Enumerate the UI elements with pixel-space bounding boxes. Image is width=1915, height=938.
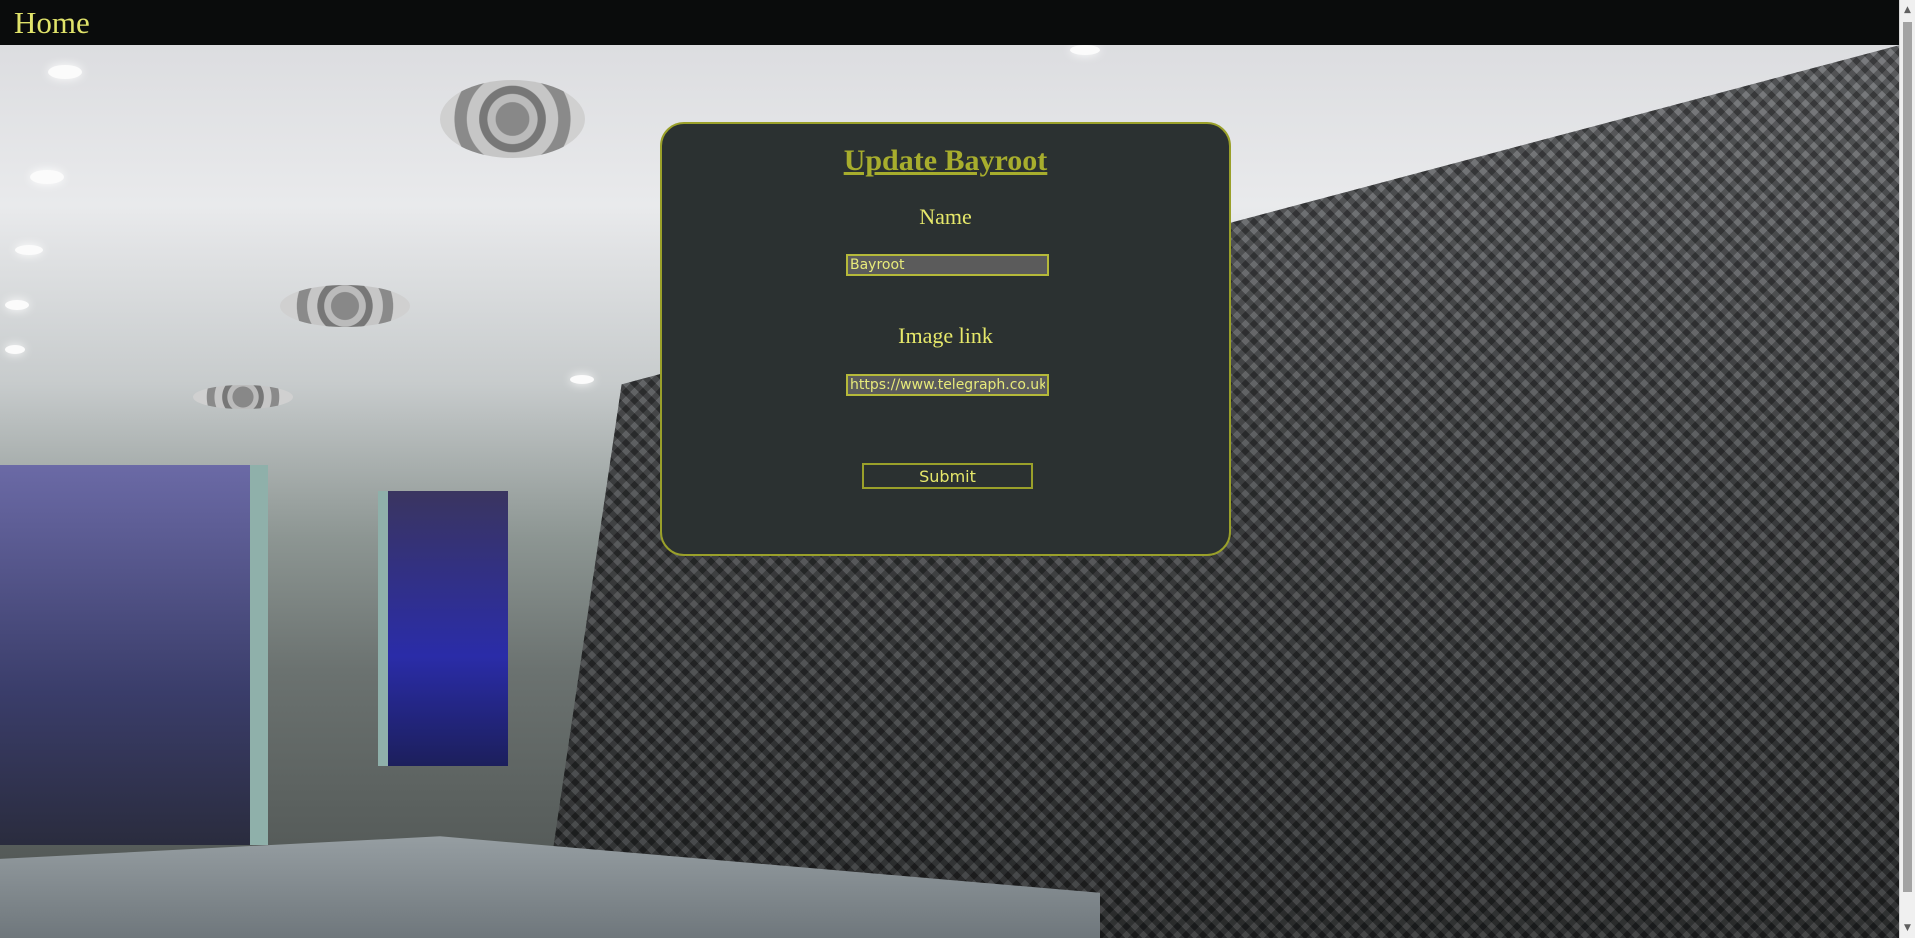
background-ceiling-light: [15, 245, 43, 255]
image-link-label: Image link: [898, 323, 993, 348]
scroll-down-arrow-icon[interactable]: ▼: [1900, 920, 1915, 936]
scrollbar-thumb[interactable]: [1903, 22, 1912, 892]
background-ceiling-light: [5, 345, 25, 354]
background-ceiling-light: [48, 65, 82, 79]
background-ceiling-light: [5, 300, 29, 310]
form-title: Update Bayroot: [843, 144, 1048, 177]
top-navbar: Home: [0, 0, 1915, 45]
background-ceiling-vent: [440, 80, 585, 158]
image-link-input[interactable]: [846, 374, 1049, 396]
submit-button[interactable]: Submit: [862, 463, 1033, 489]
background-ceiling-light: [570, 375, 594, 384]
background-window-right: [378, 491, 508, 766]
scroll-up-arrow-icon[interactable]: ▲: [1900, 2, 1915, 18]
vertical-scrollbar[interactable]: ▲ ▼: [1899, 0, 1915, 938]
background-ceiling-vent: [280, 285, 410, 327]
update-form-card: Update Bayroot Name Image link Submit: [660, 122, 1231, 556]
background-ceiling-light: [1070, 45, 1100, 55]
background-window-left: [0, 465, 268, 845]
background-ceiling-vent: [193, 385, 293, 409]
name-input[interactable]: [846, 254, 1049, 276]
name-label: Name: [919, 204, 972, 229]
background-ceiling-light: [30, 170, 64, 184]
home-link[interactable]: Home: [14, 5, 90, 41]
